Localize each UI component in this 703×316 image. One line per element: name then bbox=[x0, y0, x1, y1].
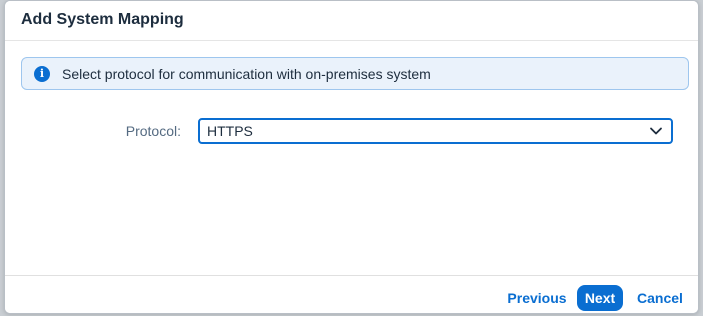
chevron-down-icon[interactable] bbox=[649, 124, 663, 138]
info-icon: i bbox=[34, 66, 50, 82]
info-message-text: Select protocol for communication with o… bbox=[62, 66, 431, 82]
protocol-select-value: HTTPS bbox=[207, 123, 253, 139]
cancel-button[interactable]: Cancel bbox=[633, 285, 687, 311]
previous-button[interactable]: Previous bbox=[504, 285, 570, 311]
info-message-strip: i Select protocol for communication with… bbox=[21, 57, 689, 90]
dialog-footer: Previous Next Cancel bbox=[5, 275, 698, 313]
dialog-title: Add System Mapping bbox=[21, 11, 184, 28]
protocol-label: Protocol: bbox=[125, 123, 181, 139]
next-button[interactable]: Next bbox=[577, 285, 623, 311]
dialog-header: Add System Mapping bbox=[5, 1, 698, 41]
protocol-select[interactable]: HTTPS bbox=[198, 118, 673, 144]
add-system-mapping-dialog: Add System Mapping i Select protocol for… bbox=[4, 0, 699, 314]
